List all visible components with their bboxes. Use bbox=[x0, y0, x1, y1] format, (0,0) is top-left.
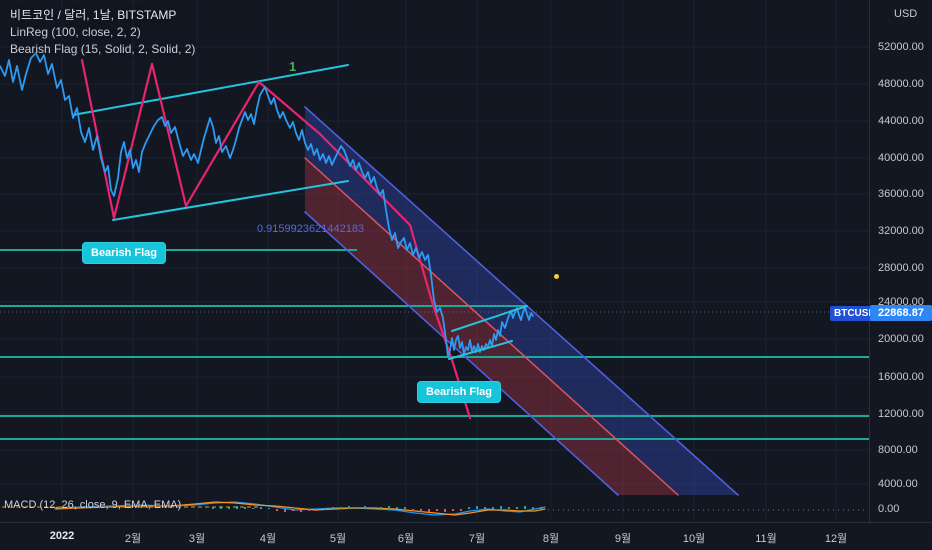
macd-histogram-bar bbox=[212, 507, 214, 509]
time-tick-month: 7월 bbox=[468, 533, 486, 545]
macd-histogram-bar bbox=[340, 507, 342, 509]
macd-histogram-bar bbox=[524, 506, 526, 509]
macd-histogram-bar bbox=[252, 508, 254, 509]
price-tick-label: 32000.00 bbox=[878, 225, 924, 237]
price-tick-label: 16000.00 bbox=[878, 371, 924, 383]
time-tick-month: 8월 bbox=[542, 533, 560, 545]
trading-chart-app: 비트코인 / 달러, 1날, BITSTAMP LinReg (100, clo… bbox=[0, 0, 932, 550]
macd-histogram-bar bbox=[364, 506, 366, 509]
macd-histogram-bar bbox=[276, 509, 278, 511]
symbol-title[interactable]: 비트코인 / 달러, 1날, BITSTAMP bbox=[10, 7, 195, 24]
macd-histogram-bar bbox=[436, 509, 438, 511]
macd-histogram-bar bbox=[284, 509, 286, 512]
time-tick-month: 5월 bbox=[329, 533, 347, 545]
macd-histogram-bar bbox=[532, 507, 534, 509]
price-tick-label: 8000.00 bbox=[878, 444, 918, 456]
macd-histogram-bar bbox=[428, 509, 430, 512]
macd-histogram-bar bbox=[372, 507, 374, 509]
macd-histogram-bar bbox=[236, 506, 238, 509]
price-tick-label: 52000.00 bbox=[878, 41, 924, 53]
price-axis[interactable]: USD 52000.00 48000.00 44000.00 40000.00 3600… bbox=[869, 0, 932, 522]
macd-histogram-bar bbox=[228, 507, 230, 509]
macd-histogram-bar bbox=[220, 506, 222, 509]
time-tick-month: 12월 bbox=[824, 533, 848, 545]
macd-histogram-bar bbox=[308, 509, 310, 511]
macd-indicator-label[interactable]: MACD (12, 26, close, 9, EMA, EMA) bbox=[4, 499, 181, 511]
macd-histogram-bar bbox=[500, 506, 502, 509]
linreg-upper-border bbox=[304, 106, 739, 496]
macd-histogram-bar bbox=[420, 509, 422, 512]
macd-histogram-bar bbox=[348, 506, 350, 509]
macd-histogram-bar bbox=[268, 508, 270, 509]
linreg-center-line bbox=[304, 157, 679, 496]
time-tick-month: 10월 bbox=[682, 533, 706, 545]
macd-histogram-bar bbox=[388, 506, 390, 509]
macd-histogram-bar bbox=[260, 507, 262, 509]
macd-histogram-bar bbox=[332, 507, 334, 509]
macd-histogram-bar bbox=[468, 507, 470, 509]
macd-histogram-bar bbox=[508, 507, 510, 509]
macd-histogram-bar bbox=[516, 507, 518, 509]
macd-histogram-bar bbox=[476, 506, 478, 509]
time-tick-month: 3월 bbox=[188, 533, 206, 545]
bearish-flag-label-2[interactable]: Bearish Flag bbox=[417, 381, 502, 403]
macd-histogram-bar bbox=[404, 507, 406, 509]
price-tick-label: 20000.00 bbox=[878, 333, 924, 345]
chart-canvas[interactable] bbox=[0, 0, 932, 550]
drawing-point-dot bbox=[554, 274, 559, 279]
price-tick-label: 12000.00 bbox=[878, 408, 924, 420]
price-tick-label: 28000.00 bbox=[878, 262, 924, 274]
indicator-linreg[interactable]: LinReg (100, close, 2, 2) bbox=[10, 24, 195, 41]
time-tick-month: 4월 bbox=[259, 533, 277, 545]
time-tick-month: 6월 bbox=[397, 533, 415, 545]
currency-label: USD bbox=[894, 8, 918, 20]
price-tick-label: 0.00 bbox=[878, 503, 900, 515]
macd-histogram-bar bbox=[324, 509, 326, 510]
last-price-badge[interactable]: 22868.87 bbox=[870, 305, 932, 321]
bearish-flag-label-1[interactable]: Bearish Flag bbox=[82, 242, 167, 264]
price-tick-label: 48000.00 bbox=[878, 78, 924, 90]
macd-histogram-bar bbox=[300, 509, 302, 512]
price-tick-label: 40000.00 bbox=[878, 152, 924, 164]
price-tick-label: 4000.00 bbox=[878, 478, 918, 490]
macd-histogram-bar bbox=[452, 509, 454, 511]
macd-histogram-bar bbox=[292, 509, 294, 511]
macd-histogram-bar bbox=[540, 507, 542, 509]
macd-histogram-bar bbox=[412, 509, 414, 511]
macd-histogram-bar bbox=[396, 507, 398, 509]
macd-histogram-bar bbox=[444, 509, 446, 512]
macd-histogram-bar bbox=[492, 507, 494, 509]
time-tick-month: 9월 bbox=[614, 533, 632, 545]
macd-histogram-bar bbox=[316, 509, 318, 511]
macd-histogram-bar bbox=[484, 507, 486, 509]
time-tick-month: 11월 bbox=[755, 533, 777, 545]
time-tick-year: 2022 bbox=[49, 530, 75, 542]
price-tick-label: 44000.00 bbox=[878, 115, 924, 127]
macd-histogram-bar bbox=[356, 507, 358, 509]
wave-count-label[interactable]: 1 bbox=[289, 59, 296, 74]
time-axis[interactable]: 2022 2월 3월 4월 5월 6월 7월 8월 9월 10월 11월 12월 bbox=[0, 522, 932, 550]
fib-ratio-annotation[interactable]: 0.9159923621442183 bbox=[257, 223, 364, 235]
macd-histogram-bar bbox=[380, 507, 382, 509]
price-tick-label: 36000.00 bbox=[878, 188, 924, 200]
macd-histogram-bar bbox=[460, 509, 462, 511]
time-tick-month: 2월 bbox=[124, 533, 142, 545]
chart-legend: 비트코인 / 달러, 1날, BITSTAMP LinReg (100, clo… bbox=[10, 7, 195, 58]
macd-histogram-bar bbox=[244, 507, 246, 509]
indicator-bearish-flag[interactable]: Bearish Flag (15, Solid, 2, Solid, 2) bbox=[10, 41, 195, 58]
